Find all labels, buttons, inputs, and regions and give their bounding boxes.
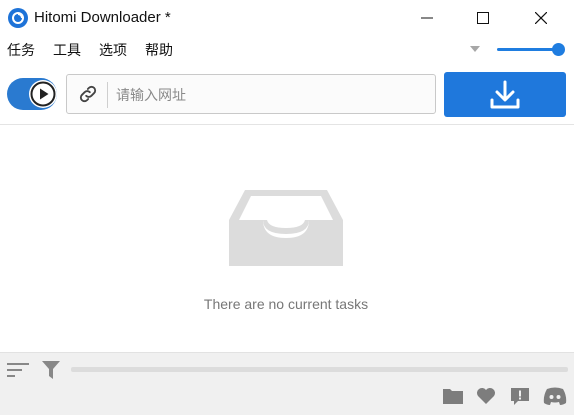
minimize-button[interactable] [404,0,450,36]
menu-item-tools[interactable]: 工具 [53,42,81,58]
folder-icon[interactable] [443,387,463,405]
bottom-panel [0,352,574,415]
sort-icon[interactable] [7,362,29,378]
maximize-button[interactable] [460,0,506,36]
dropdown-arrow-icon[interactable] [470,46,480,52]
minimize-icon [421,17,433,19]
window-title: Hitomi Downloader * [34,9,171,26]
link-icon [79,85,97,103]
empty-inbox-icon [229,190,343,266]
empty-state-message: There are no current tasks [203,296,369,312]
clipboard-toggle[interactable] [7,78,57,110]
url-field[interactable] [66,74,436,114]
volume-slider-thumb[interactable] [552,43,565,56]
maximize-icon [477,12,489,24]
filter-icon[interactable] [42,360,60,380]
heart-icon[interactable] [476,387,496,405]
close-icon [535,12,547,24]
discord-icon[interactable] [543,387,567,405]
title-bar[interactable]: Hitomi Downloader * [0,0,574,36]
app-logo-icon [8,8,28,28]
menu-item-options[interactable]: 选项 [99,42,127,58]
url-input[interactable] [114,81,428,109]
menu-item-tasks[interactable]: 任务 [7,42,35,58]
toggle-knob [29,80,57,108]
filter-bar[interactable] [71,367,568,372]
menu-bar: 任务 工具 选项 帮助 [0,36,574,64]
close-button[interactable] [518,0,564,36]
menu-item-help[interactable]: 帮助 [145,42,173,58]
volume-slider-track[interactable] [497,48,559,51]
feedback-icon[interactable] [510,387,530,407]
download-button[interactable] [444,72,566,117]
play-icon [30,81,56,107]
url-divider [107,82,108,108]
download-icon [490,80,520,109]
